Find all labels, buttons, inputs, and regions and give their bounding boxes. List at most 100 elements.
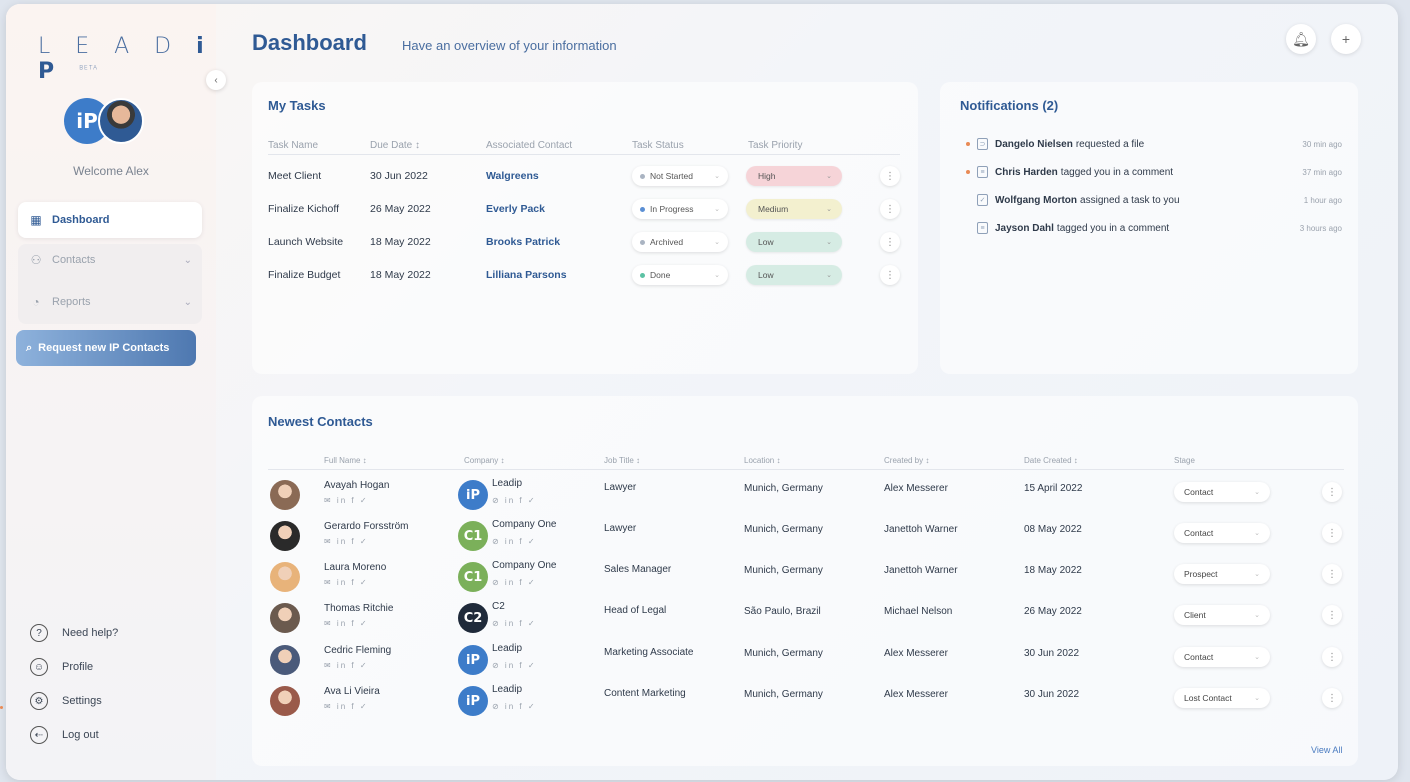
company-social-icons[interactable]: ⊘ in f ✓ xyxy=(492,496,537,505)
column-header[interactable]: Job Title ↕ xyxy=(604,456,640,465)
stage-select[interactable]: Contact ⌄ xyxy=(1174,523,1270,543)
company-social-icons[interactable]: ⊘ in f ✓ xyxy=(492,619,537,628)
notification-item[interactable]: ✓ Wolfgang Morton assigned a task to you xyxy=(966,194,1180,206)
task-priority-select[interactable]: Low ⌄ xyxy=(746,232,842,252)
sidebar-item-help[interactable]: ? Need help? xyxy=(30,624,118,642)
add-button[interactable]: + xyxy=(1331,24,1361,54)
stage-select[interactable]: Lost Contact ⌄ xyxy=(1174,688,1270,708)
company-social-icons[interactable]: ⊘ in f ✓ xyxy=(492,578,537,587)
row-menu-button[interactable]: ⋮ xyxy=(1322,523,1342,543)
stage-select[interactable]: Prospect ⌄ xyxy=(1174,564,1270,584)
contact-name[interactable]: Ava Li Vieira xyxy=(324,686,380,697)
notification-text: tagged you in a comment xyxy=(1056,222,1170,234)
task-name: Finalize Kichoff xyxy=(268,203,340,215)
kebab-icon: ⋮ xyxy=(1327,568,1337,580)
contact-social-icons[interactable]: ✉ in f ✓ xyxy=(324,702,369,711)
contact-social-icons[interactable]: ✉ in f ✓ xyxy=(324,619,369,628)
notification-bell-button[interactable]: 🔔︎ xyxy=(1286,24,1316,54)
contact-name[interactable]: Cedric Fleming xyxy=(324,645,391,656)
task-due: 30 Jun 2022 xyxy=(370,170,428,182)
chevron-down-icon: ⌄ xyxy=(1254,654,1260,661)
company-name[interactable]: Leadip xyxy=(492,684,522,695)
column-header[interactable]: Company ↕ xyxy=(464,456,504,465)
stage-select[interactable]: Client ⌄ xyxy=(1174,605,1270,625)
pie-chart-icon: ◔ xyxy=(32,295,40,309)
read-spacer xyxy=(966,226,970,230)
task-status-select[interactable]: Done ⌄ xyxy=(632,265,728,285)
sidebar-item-profile[interactable]: ☺ Profile xyxy=(30,658,93,676)
company-name[interactable]: Company One xyxy=(492,519,556,530)
avatar[interactable] xyxy=(270,562,300,592)
sidebar-item-settings[interactable]: ⚙ Settings xyxy=(30,692,102,710)
column-header[interactable]: Date Created ↕ xyxy=(1024,456,1078,465)
row-menu-button[interactable]: ⋮ xyxy=(880,166,900,186)
task-priority-select[interactable]: High ⌄ xyxy=(746,166,842,186)
sidebar-item-dashboard[interactable]: ▦ Dashboard xyxy=(18,202,202,238)
company-name[interactable]: C2 xyxy=(492,601,505,612)
column-header: Stage xyxy=(1174,456,1195,465)
logo[interactable]: L E A D i P BETA xyxy=(38,34,216,84)
contact-name[interactable]: Laura Moreno xyxy=(324,562,386,573)
avatar[interactable] xyxy=(98,98,144,144)
created-by: Alex Messerer xyxy=(884,689,948,700)
chevron-down-icon: ⌄ xyxy=(1254,530,1260,537)
row-menu-button[interactable]: ⋮ xyxy=(1322,482,1342,502)
task-contact-link[interactable]: Brooks Patrick xyxy=(486,236,560,248)
company-social-icons[interactable]: ⊘ in f ✓ xyxy=(492,537,537,546)
column-header[interactable]: Due Date ↕ xyxy=(370,140,420,151)
help-label: Need help? xyxy=(62,627,119,639)
contacts-icon: ⚇ xyxy=(30,253,42,267)
column-header[interactable]: Full Name ↕ xyxy=(324,456,367,465)
avatar[interactable] xyxy=(270,480,300,510)
column-header[interactable]: Created by ↕ xyxy=(884,456,929,465)
task-contact-link[interactable]: Walgreens xyxy=(486,170,539,182)
row-menu-button[interactable]: ⋮ xyxy=(1322,564,1342,584)
collapse-sidebar-button[interactable]: ‹ xyxy=(206,70,226,90)
sidebar-item-contacts[interactable]: ⚇ Contacts ⌄ xyxy=(18,242,202,278)
notification-item[interactable]: ⊃ Dangelo Nielsen requested a file xyxy=(966,138,1144,150)
contact-name[interactable]: Thomas Ritchie xyxy=(324,603,393,614)
row-menu-button[interactable]: ⋮ xyxy=(1322,647,1342,667)
notification-item[interactable]: ≡ Jayson Dahl tagged you in a comment xyxy=(966,222,1169,234)
bell-icon: 🔔︎ xyxy=(1292,30,1310,47)
row-menu-button[interactable]: ⋮ xyxy=(1322,605,1342,625)
row-menu-button[interactable]: ⋮ xyxy=(1322,688,1342,708)
stage-select[interactable]: Contact ⌄ xyxy=(1174,482,1270,502)
task-status-select[interactable]: Archived ⌄ xyxy=(632,232,728,252)
company-name[interactable]: Leadip xyxy=(492,643,522,654)
task-contact-link[interactable]: Lilliana Parsons xyxy=(486,269,567,281)
notifications-title: Notifications (2) xyxy=(960,98,1059,113)
row-menu-button[interactable]: ⋮ xyxy=(880,232,900,252)
avatar[interactable] xyxy=(270,521,300,551)
contact-social-icons[interactable]: ✉ in f ✓ xyxy=(324,578,369,587)
company-social-icons[interactable]: ⊘ in f ✓ xyxy=(492,661,537,670)
contact-name[interactable]: Gerardo Forsström xyxy=(324,521,408,532)
column-header[interactable]: Location ↕ xyxy=(744,456,780,465)
task-priority-select[interactable]: Low ⌄ xyxy=(746,265,842,285)
notification-item[interactable]: ≡ Chris Harden tagged you in a comment xyxy=(966,166,1173,178)
task-priority-select[interactable]: Medium ⌄ xyxy=(746,199,842,219)
divider xyxy=(268,154,900,155)
row-menu-button[interactable]: ⋮ xyxy=(880,199,900,219)
contact-social-icons[interactable]: ✉ in f ✓ xyxy=(324,537,369,546)
company-name[interactable]: Company One xyxy=(492,560,556,571)
contact-social-icons[interactable]: ✉ in f ✓ xyxy=(324,496,369,505)
avatar[interactable] xyxy=(270,645,300,675)
task-status-select[interactable]: Not Started ⌄ xyxy=(632,166,728,186)
avatar[interactable] xyxy=(270,686,300,716)
request-contacts-button[interactable]: ⌕ Request new IP Contacts xyxy=(16,330,196,366)
company-name[interactable]: Leadip xyxy=(492,478,522,489)
logout-icon: ⇠ xyxy=(30,726,48,744)
task-contact-link[interactable]: Everly Pack xyxy=(486,203,545,215)
stage-select[interactable]: Contact ⌄ xyxy=(1174,647,1270,667)
company-social-icons[interactable]: ⊘ in f ✓ xyxy=(492,702,537,711)
sidebar-item-logout[interactable]: ⇠ Log out xyxy=(30,726,99,744)
row-menu-button[interactable]: ⋮ xyxy=(880,265,900,285)
task-status-select[interactable]: In Progress ⌄ xyxy=(632,199,728,219)
contact-name[interactable]: Avayah Hogan xyxy=(324,480,389,491)
sidebar-item-reports[interactable]: ◔ Reports ⌄ xyxy=(18,284,202,320)
avatar[interactable] xyxy=(270,603,300,633)
view-all-link[interactable]: View All xyxy=(1311,745,1342,755)
notification-actor: Wolfgang Morton xyxy=(995,194,1078,206)
contact-social-icons[interactable]: ✉ in f ✓ xyxy=(324,661,369,670)
